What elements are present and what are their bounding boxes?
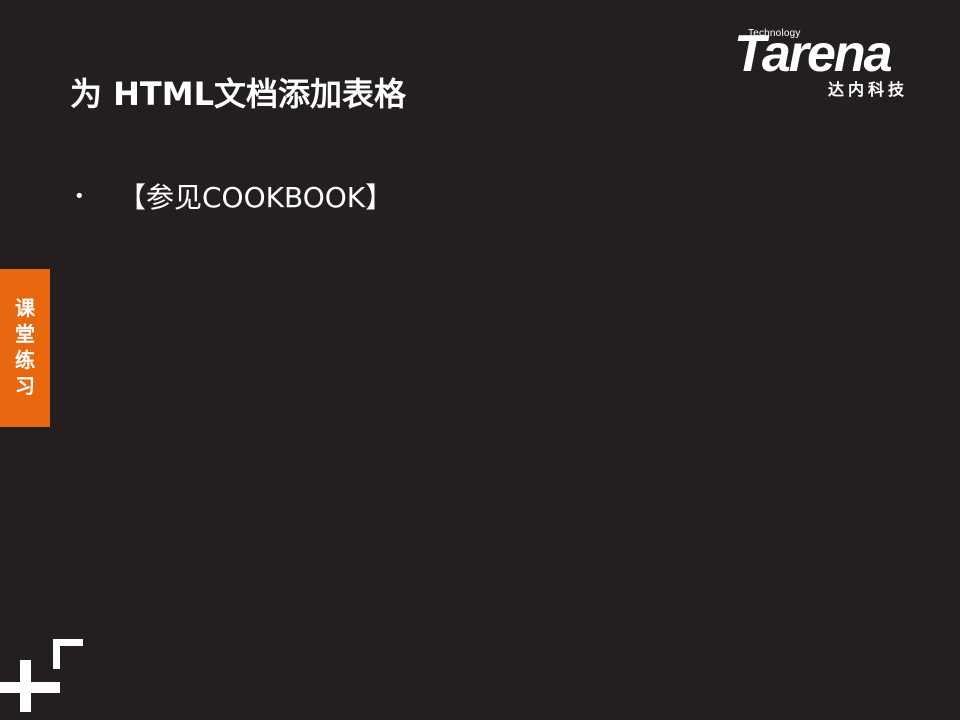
plus-icon	[0, 639, 83, 712]
bullet-marker: •	[74, 185, 85, 207]
classroom-exercise-tab: 课堂练习	[0, 269, 50, 427]
slide-title: 为 HTML文档添加表格	[70, 75, 406, 113]
logo-chinese-name: 达内科技	[828, 80, 909, 99]
logo-tagline: Technology	[748, 28, 801, 39]
side-tab-label: 课堂练习	[15, 296, 35, 398]
bullet-text: 【参见COOKBOOK】	[118, 181, 394, 214]
bullet-item: • 【参见COOKBOOK】	[74, 176, 393, 216]
tarena-logo: Tarena Technology 达内科技	[732, 24, 932, 100]
